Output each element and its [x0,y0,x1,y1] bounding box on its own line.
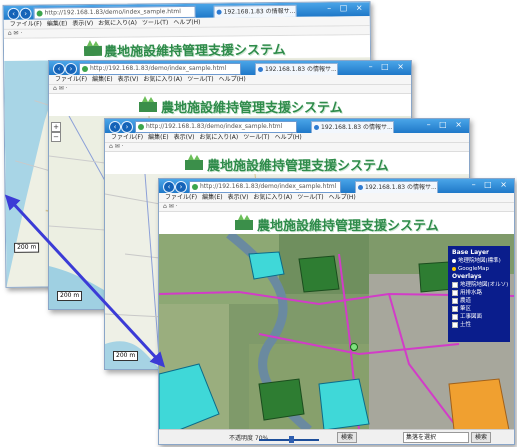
double-arrow-icon [4,194,166,368]
